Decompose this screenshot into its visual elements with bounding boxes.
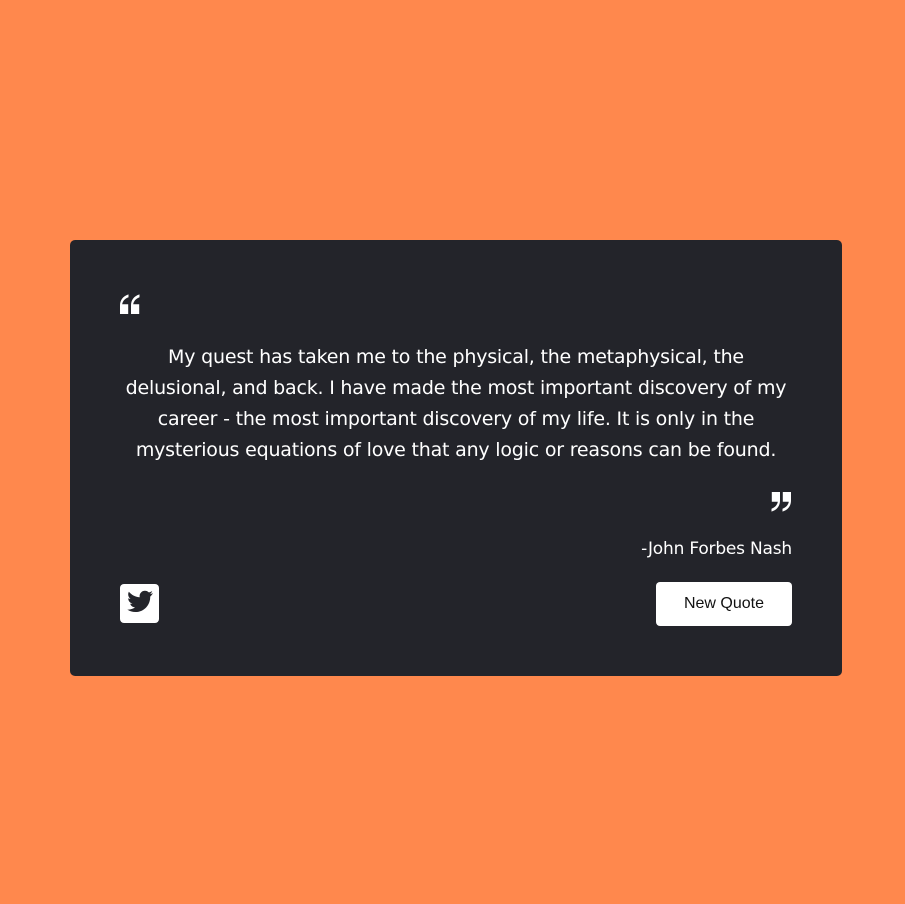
new-quote-button[interactable]: New Quote xyxy=(656,582,792,626)
quote-right-icon xyxy=(770,490,792,514)
tweet-button[interactable] xyxy=(120,584,159,623)
quote-card: My quest has taken me to the physical, t… xyxy=(70,240,842,676)
quote-left-icon xyxy=(119,292,141,316)
twitter-icon xyxy=(126,590,154,618)
quote-text: My quest has taken me to the physical, t… xyxy=(125,346,787,461)
quote-author: -John Forbes Nash xyxy=(641,539,792,559)
